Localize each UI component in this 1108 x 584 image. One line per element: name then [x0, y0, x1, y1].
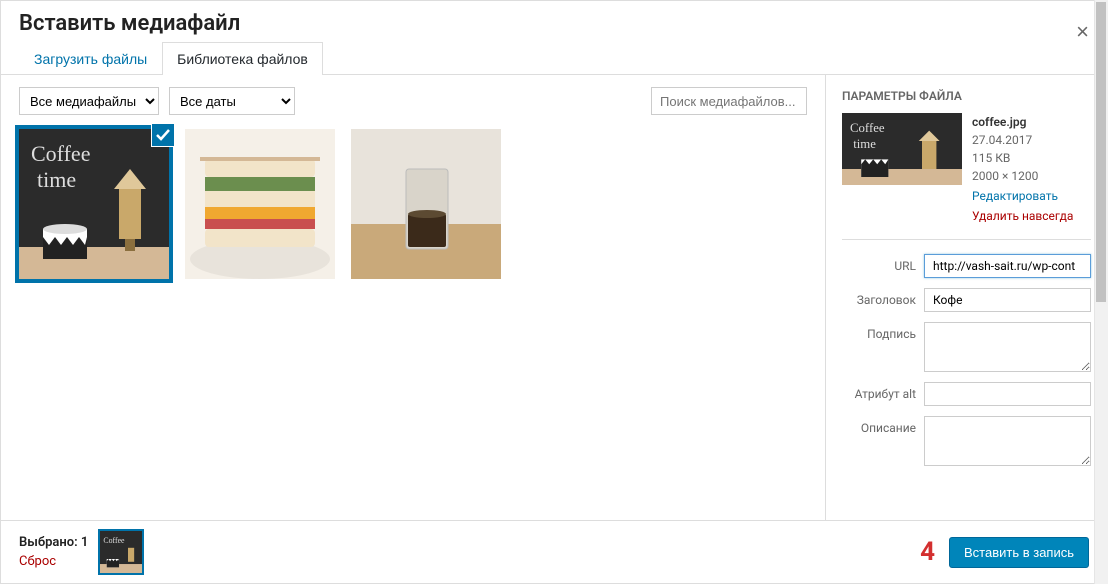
- footer-left: Выбрано: 1 Сброс Coffee: [19, 531, 142, 573]
- alt-input[interactable]: [924, 382, 1091, 406]
- thumbnail-glass[interactable]: [351, 129, 501, 279]
- insert-button[interactable]: Вставить в запись: [949, 537, 1089, 568]
- check-icon: [151, 123, 175, 147]
- svg-text:time: time: [37, 167, 76, 192]
- modal-title: Вставить медиафайл: [19, 11, 1089, 36]
- file-size: 115 КВ: [972, 149, 1073, 167]
- footer-right: 4 Вставить в запись: [920, 537, 1089, 568]
- close-icon[interactable]: ×: [1076, 19, 1089, 45]
- content: Все медиафайлы Все даты Coffee time: [1, 75, 1107, 520]
- svg-text:time: time: [853, 137, 876, 151]
- sandwich-image: [185, 129, 335, 279]
- field-url: URL: [842, 254, 1091, 278]
- thumbnail-coffee[interactable]: Coffee time: [19, 129, 169, 279]
- svg-text:Coffee: Coffee: [850, 121, 885, 135]
- file-dimensions: 2000 × 1200: [972, 167, 1073, 185]
- annotation-number: 4: [920, 537, 935, 567]
- thumbnails-grid: Coffee time: [19, 129, 807, 279]
- tab-upload[interactable]: Загрузить файлы: [19, 42, 162, 75]
- description-input[interactable]: [924, 416, 1091, 466]
- tabs: Загрузить файлы Библиотека файлов: [1, 42, 1107, 75]
- edit-link[interactable]: Редактировать: [972, 187, 1073, 205]
- footer: Выбрано: 1 Сброс Coffee 4 Вставить в зап…: [1, 520, 1107, 583]
- search-input[interactable]: [651, 87, 807, 115]
- glass-image: [351, 129, 501, 279]
- field-caption: Подпись: [842, 322, 1091, 372]
- modal-header: Вставить медиафайл ×: [1, 1, 1107, 42]
- coffee-image: Coffee time: [19, 129, 169, 279]
- selection-info: Выбрано: 1 Сброс: [19, 533, 88, 572]
- title-input[interactable]: [924, 288, 1091, 312]
- field-alt: Атрибут alt: [842, 382, 1091, 406]
- field-description: Описание: [842, 416, 1091, 466]
- filters-row: Все медиафайлы Все даты: [19, 87, 807, 115]
- filter-date-select[interactable]: Все даты: [169, 87, 295, 115]
- description-label: Описание: [842, 416, 916, 435]
- title-label: Заголовок: [842, 288, 916, 307]
- scrollbar-thumb[interactable]: [1096, 75, 1106, 302]
- field-title: Заголовок: [842, 288, 1091, 312]
- selected-thumbnail[interactable]: Coffee: [100, 531, 142, 573]
- main-panel: Все медиафайлы Все даты Coffee time: [1, 75, 825, 520]
- selected-count: Выбрано: 1: [19, 533, 88, 553]
- thumbnail-sandwich[interactable]: [185, 129, 335, 279]
- caption-input[interactable]: [924, 322, 1091, 372]
- scrollbar-track[interactable]: [1094, 75, 1107, 520]
- file-date: 27.04.2017: [972, 131, 1073, 149]
- url-input[interactable]: [924, 254, 1091, 278]
- reset-link[interactable]: Сброс: [19, 552, 88, 572]
- svg-text:Coffee: Coffee: [31, 141, 90, 166]
- tab-library[interactable]: Библиотека файлов: [162, 42, 323, 75]
- svg-text:Coffee: Coffee: [104, 536, 126, 545]
- url-label: URL: [842, 254, 916, 273]
- file-name: coffee.jpg: [972, 113, 1073, 131]
- filter-type-select[interactable]: Все медиафайлы: [19, 87, 159, 115]
- file-meta: coffee.jpg 27.04.2017 115 КВ 2000 × 1200…: [972, 113, 1073, 225]
- alt-label: Атрибут alt: [842, 382, 916, 401]
- sidebar: ПАРАМЕТРЫ ФАЙЛА Coffee time cof: [825, 75, 1107, 520]
- file-thumbnail: Coffee time: [842, 113, 962, 185]
- media-modal: Вставить медиафайл × Загрузить файлы Биб…: [0, 0, 1108, 584]
- caption-label: Подпись: [842, 322, 916, 341]
- sidebar-title: ПАРАМЕТРЫ ФАЙЛА: [842, 89, 1091, 103]
- file-info: Coffee time coffee.jpg 27.04.2017 115 КВ…: [842, 113, 1091, 240]
- delete-link[interactable]: Удалить навсегда: [972, 207, 1073, 225]
